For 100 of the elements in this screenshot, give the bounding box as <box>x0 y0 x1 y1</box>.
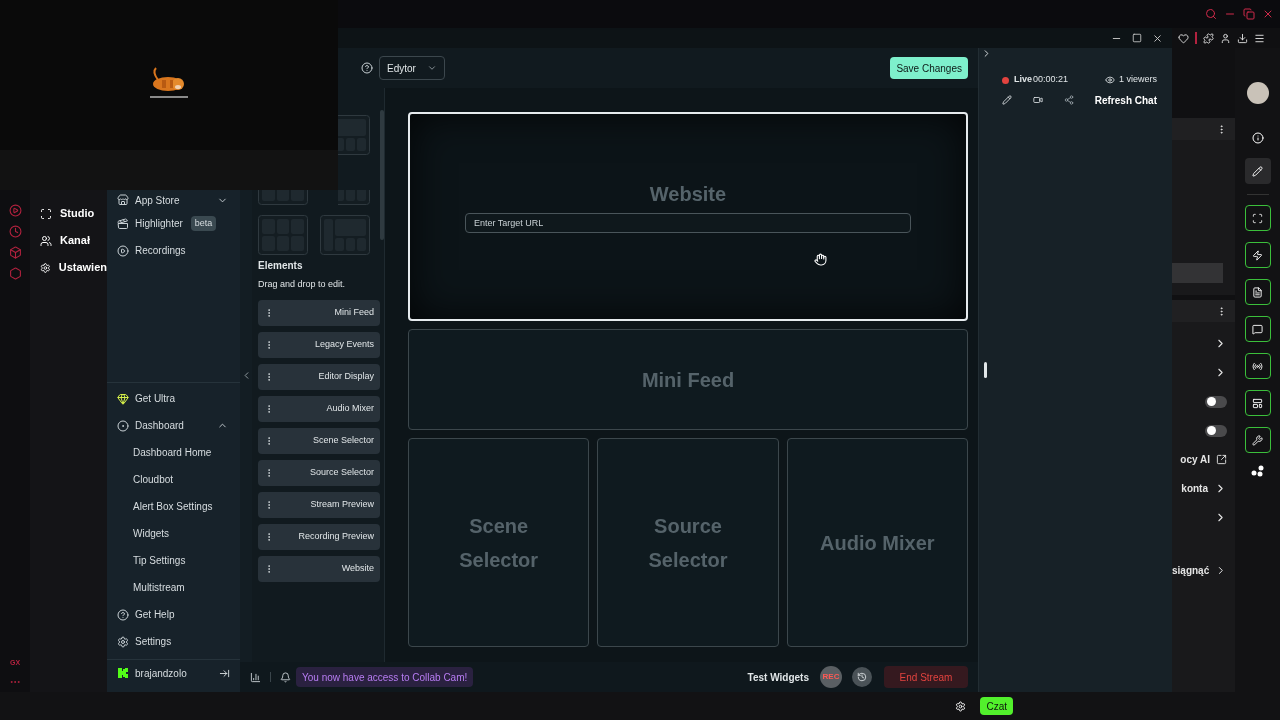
element-item[interactable]: Editor Display <box>258 363 380 390</box>
element-item[interactable]: Recording Preview <box>258 523 380 550</box>
scan-icon <box>40 207 52 220</box>
nav-item[interactable]: Get Ultra <box>107 385 240 412</box>
nav-item[interactable]: App Store <box>107 190 240 210</box>
wrench-icon <box>1252 434 1263 446</box>
user-name[interactable]: brajandzolo <box>135 665 187 681</box>
tool-button[interactable] <box>1244 279 1271 305</box>
end-stream-button[interactable]: End Stream <box>884 666 968 688</box>
search-icon[interactable] <box>1205 8 1217 20</box>
element-item[interactable]: Legacy Events <box>258 331 380 358</box>
camera-icon[interactable] <box>1033 95 1043 105</box>
widget-title: Audio Mixer <box>820 530 935 556</box>
close-icon[interactable] <box>1152 32 1163 44</box>
logout-icon[interactable] <box>219 667 230 679</box>
nav-subitem[interactable]: Cloudbot <box>107 466 240 493</box>
nav-subitem[interactable]: Tip Settings <box>107 547 240 574</box>
user-icon[interactable] <box>1220 32 1231 44</box>
settings-icon[interactable] <box>955 700 967 712</box>
clapperboard-icon <box>117 217 129 230</box>
input-bar <box>1172 263 1223 283</box>
info-icon[interactable] <box>1251 132 1264 144</box>
stream-time: 00:00:21 <box>1033 73 1069 87</box>
url-field[interactable]: Enter Target URL <box>465 212 911 233</box>
settings-icon <box>117 635 129 648</box>
dots-icon[interactable] <box>1250 465 1265 477</box>
widget-title: Scene Selector <box>458 513 540 573</box>
tool-button[interactable] <box>1244 316 1271 342</box>
toggle-switch[interactable] <box>1205 395 1227 408</box>
nav-item[interactable]: Settings <box>107 628 240 655</box>
test-widgets-link[interactable]: Test Widgets <box>747 669 809 685</box>
scan-icon <box>1252 212 1263 224</box>
tool-button[interactable] <box>1244 390 1271 416</box>
broadcast-icon <box>1252 360 1263 372</box>
hexagon-icon[interactable] <box>8 267 22 280</box>
stats-icon[interactable] <box>250 671 261 683</box>
element-item[interactable]: Website <box>258 555 380 582</box>
nav-subitem[interactable]: Alert Box Settings <box>107 493 240 520</box>
element-item[interactable]: Audio Mixer <box>258 395 380 422</box>
help-icon[interactable] <box>361 62 373 74</box>
play-icon <box>117 244 129 257</box>
element-item[interactable]: Mini Feed <box>258 299 380 326</box>
pencil-icon[interactable] <box>1002 95 1012 105</box>
settings-icon <box>40 261 51 274</box>
document-icon <box>1252 286 1263 298</box>
widget-title: Source Selector <box>647 513 729 573</box>
tool-button[interactable] <box>1244 427 1271 453</box>
external-link-icon[interactable] <box>1216 454 1227 465</box>
element-item[interactable]: Scene Selector <box>258 427 380 454</box>
pencil-icon <box>1252 165 1263 177</box>
brand-logo-icon <box>117 667 129 679</box>
tool-button[interactable] <box>1244 242 1271 268</box>
notification[interactable]: You now have access to Collab Cam! <box>296 667 474 687</box>
menu-icon[interactable] <box>1254 32 1265 44</box>
element-item[interactable]: Source Selector <box>258 459 380 486</box>
editor-dropdown[interactable]: Edytor <box>379 56 445 80</box>
tool-button[interactable] <box>1244 205 1271 231</box>
resize-handle[interactable] <box>984 362 987 378</box>
nav-item[interactable]: Recordings <box>107 237 240 264</box>
eye-icon <box>1105 75 1115 85</box>
store-icon <box>117 194 129 206</box>
help-icon <box>117 608 129 621</box>
nav-item[interactable]: Highlighter beta <box>107 210 240 237</box>
heart-icon[interactable] <box>1178 32 1189 44</box>
puzzle-icon[interactable] <box>1203 32 1214 44</box>
box-icon[interactable] <box>8 246 22 259</box>
maximize-icon[interactable] <box>1132 33 1142 43</box>
nav-item[interactable]: Get Help <box>107 601 240 628</box>
widget-title: Mini Feed <box>641 367 735 393</box>
share-icon[interactable] <box>1064 95 1074 105</box>
toggle-switch[interactable] <box>1205 424 1227 437</box>
save-button[interactable]: Save Changes <box>890 57 968 79</box>
chat-button[interactable]: Czat <box>980 697 1013 715</box>
restore-icon[interactable] <box>1243 8 1255 20</box>
nav-subitem[interactable]: Multistream <box>107 574 240 601</box>
clock-icon[interactable] <box>8 225 22 238</box>
nav-item[interactable]: Dashboard <box>107 412 240 439</box>
refresh-chat-link[interactable]: Refresh Chat <box>1094 92 1157 108</box>
elements-heading: Elements <box>258 259 304 273</box>
bell-icon[interactable] <box>280 671 291 683</box>
lightning-icon <box>1252 249 1263 261</box>
chevron-down-icon <box>427 63 437 73</box>
nav-subitem[interactable]: Dashboard Home <box>107 439 240 466</box>
avatar[interactable] <box>1246 82 1269 104</box>
download-icon[interactable] <box>1237 32 1248 44</box>
nav-subitem[interactable]: Widgets <box>107 520 240 547</box>
hand-cursor-icon <box>814 253 827 266</box>
scrollbar[interactable] <box>380 110 384 240</box>
sidebar-item[interactable]: Studio <box>30 200 107 227</box>
replay-icon <box>857 672 867 682</box>
tool-button[interactable] <box>1244 353 1271 379</box>
play-icon[interactable] <box>8 204 22 217</box>
gem-icon <box>117 392 129 405</box>
replay-button[interactable] <box>852 667 872 687</box>
setting-label: siągnąć <box>1172 564 1210 578</box>
chat-bubble-icon <box>1252 323 1263 335</box>
element-item[interactable]: Stream Preview <box>258 491 380 518</box>
sidebar-item[interactable]: Kanał <box>30 227 107 254</box>
edit-button[interactable] <box>1244 158 1271 184</box>
sidebar-item[interactable]: Ustawien <box>30 254 107 281</box>
